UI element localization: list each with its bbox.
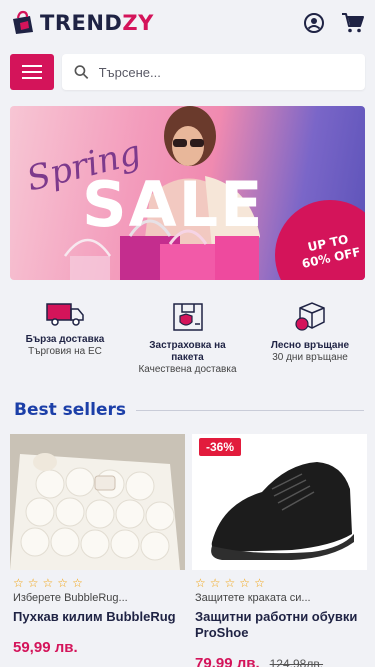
product-price: 79,99 лв. [195,655,260,667]
product-name[interactable]: Защитни работни обувки ProShoe [195,609,363,641]
search-input[interactable] [98,64,353,80]
feature-subtitle: 30 дни връщане [272,352,348,363]
star-icon: ☆ [254,576,265,590]
product-old-price: 124,98лв. [269,657,324,667]
rating-stars: ☆ ☆ ☆ ☆ ☆ [13,576,185,590]
star-icon: ☆ [27,576,39,590]
brand-logo[interactable]: TRENDZY [10,10,154,36]
account-circle-icon[interactable] [303,12,325,34]
feature-fast-delivery: Бърза доставка Търговия на ЕС [10,300,120,376]
delivery-truck-icon [46,303,84,326]
feature-subtitle: Качествена доставка [138,364,237,375]
star-icon: ☆ [57,576,69,590]
top-header: TRENDZY [0,0,375,46]
features-row: Бърза доставка Търговия на ЕС Застраховк… [10,300,365,376]
hamburger-menu-icon [22,65,42,79]
search-icon[interactable] [74,64,89,80]
sale-badge: -36% [199,438,242,456]
feature-subtitle: Търговия на ЕС [28,346,102,357]
feature-easy-returns: Лесно връщане 30 дни връщане [255,300,365,376]
star-icon: ☆ [72,576,83,590]
product-card[interactable]: ☆ ☆ ☆ ☆ ☆ Изберете BubbleRug... Пухкав килим… [10,434,185,667]
product-price: 59,99 лв. [13,639,78,656]
feature-package-insurance: Застраховка на пакета Качествена доставк… [133,300,243,376]
promo-banner[interactable]: Spring SALE UP TO 60% OFF [10,106,365,280]
price-row: 79,99 лв. 124,98лв. [195,655,367,667]
product-subtitle: Защитете краката си... [195,592,311,604]
banner-headline: SALE [82,168,265,241]
star-icon: ☆ [195,576,206,590]
package-shield-icon [172,303,203,331]
product-card[interactable]: -36% ☆ ☆ ☆ ☆ ☆ Защитете краката си... Защитн… [192,434,367,667]
search-row [10,54,365,90]
section-divider [136,409,364,411]
fluffy-rug-image [10,434,185,570]
feature-title: Застраховка на пакета [149,340,226,363]
cart-icon[interactable] [341,12,365,34]
star-icon: ☆ [42,576,54,590]
menu-button[interactable] [10,54,54,90]
product-name[interactable]: Пухкав килим BubbleRug [13,609,181,625]
rating-stars: ☆ ☆ ☆ ☆ ☆ [195,576,367,590]
product-grid: ☆ ☆ ☆ ☆ ☆ Изберете BubbleRug... Пухкав килим… [10,434,367,667]
price-row: 59,99 лв. [13,639,185,656]
brand-name: TRENDZY [40,11,154,35]
star-icon: ☆ [209,576,221,590]
feature-title: Лесно връщане [270,340,350,351]
return-box-icon [295,302,325,331]
shopping-bag-logo-icon [13,10,33,34]
star-icon: ☆ [239,576,251,590]
best-sellers-header: Best sellers [14,400,364,420]
product-image[interactable] [10,434,185,570]
section-title: Best sellers [14,400,126,420]
star-icon: ☆ [13,576,24,590]
star-icon: ☆ [224,576,236,590]
product-subtitle: Изберете BubbleRug... [13,592,128,604]
page: TRENDZY Търсене... Spring SALE UP TO 60%… [0,0,375,667]
product-image[interactable]: -36% [192,434,367,570]
feature-title: Бърза доставка [25,334,105,345]
search-box[interactable] [62,54,365,90]
